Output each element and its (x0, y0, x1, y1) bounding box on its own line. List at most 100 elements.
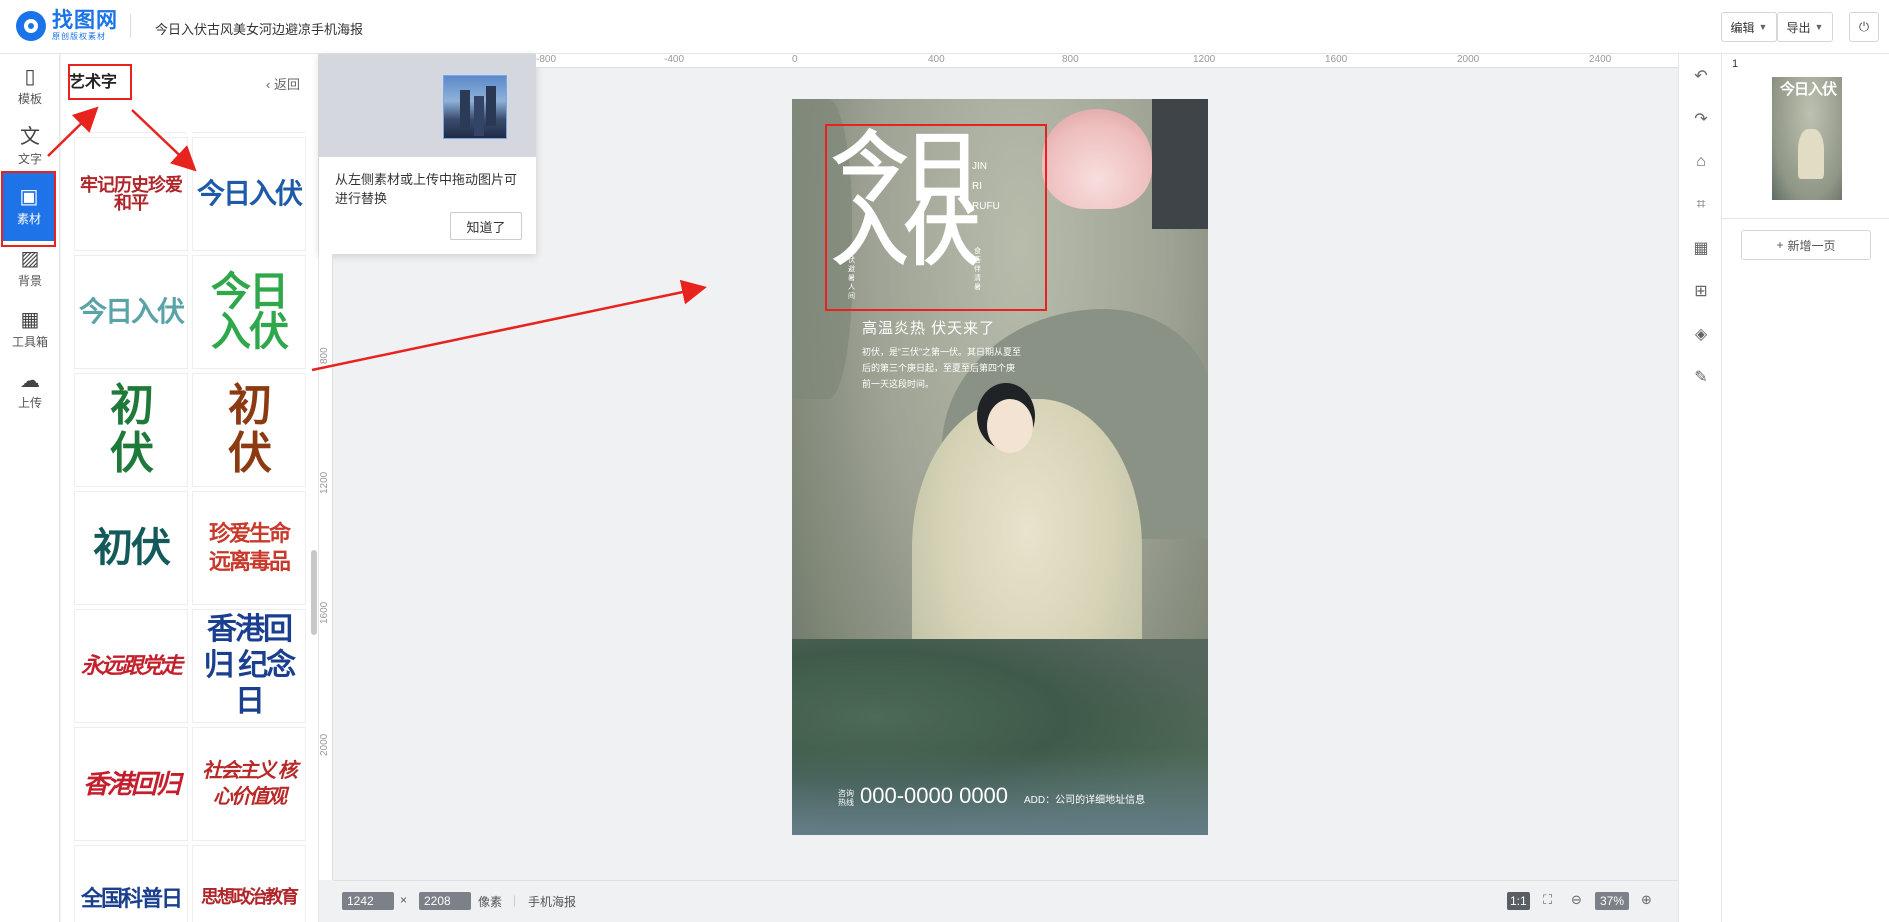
asset-tile[interactable]: 全国科普日 (75, 846, 187, 922)
zoom-in-icon[interactable]: ⊕ (1641, 892, 1652, 908)
zoom-level[interactable]: 37% (1595, 892, 1630, 910)
zoom-out-icon[interactable]: ⊖ (1571, 892, 1582, 908)
ruler-tick: 800 (319, 347, 330, 364)
asset-panel: 艺术字 ‹ 返回 牢记历史珍爱和平 今日入伏 今日入伏 今日入伏 初伏 初伏 初… (61, 54, 319, 922)
back-label: 返回 (273, 77, 300, 92)
ruler-tick: 800 (1062, 54, 1079, 65)
ruler-tick: 1600 (319, 601, 330, 624)
hotline-label[interactable]: 咨询热线 (838, 789, 856, 807)
ruler-tick: 2400 (1589, 54, 1612, 65)
left-ruler: 800 1200 1600 2000 (319, 254, 333, 880)
tile-text: 珍爱生命 远离毒品 (208, 521, 291, 574)
unit-label: 像素 (478, 895, 503, 909)
ruler-tick: 0 (792, 54, 798, 65)
export-label: 导出 (1786, 20, 1811, 35)
power-icon: ⏻ (1858, 19, 1870, 34)
undo-icon[interactable]: ↶ (1689, 64, 1713, 88)
asset-tile[interactable]: 初伏 (193, 374, 305, 486)
width-input[interactable]: 1242 (342, 892, 394, 910)
status-bar: 1242 × 2208 像素 | 手机海报 1:1 ⛶ ⊖ 37% ⊕ (333, 880, 1678, 922)
redo-icon[interactable]: ↷ (1689, 107, 1713, 131)
asset-tile[interactable]: 思想政治教育 (193, 846, 305, 922)
ruler-tick: 1200 (1193, 54, 1216, 65)
canvas-type: 手机海报 (528, 895, 577, 909)
asset-tile[interactable] (75, 110, 187, 132)
asset-tile[interactable]: 初伏 (75, 492, 187, 604)
address-text[interactable]: ADD：公司的详细地址信息 (1024, 791, 1145, 806)
toolbox-icon: ▦ (20, 309, 40, 331)
page-thumbnail[interactable]: 今日入伏 (1772, 77, 1842, 200)
tooltip-preview-area (319, 54, 536, 157)
fit-screen-icon[interactable]: ⛶ (1543, 892, 1552, 908)
rail-item-label: 背景 (17, 274, 42, 288)
tile-text: 今日入伏 (196, 178, 303, 209)
tile-text: 永远跟党走 (80, 653, 183, 678)
tile-text: 全国科普日 (80, 886, 183, 911)
power-button[interactable]: ⏻ (1849, 12, 1879, 42)
arrow-to-canvas (311, 279, 707, 372)
phone-number[interactable]: 000-0000 0000 (860, 783, 1008, 809)
background-icon: ▨ (20, 248, 40, 270)
asset-tile[interactable] (193, 110, 305, 132)
rail-item-label: 上传 (17, 396, 42, 410)
height-input[interactable]: 2208 (419, 892, 471, 910)
header-divider (130, 14, 131, 38)
poster-headline[interactable]: 高温炎热 伏天来了 (862, 317, 995, 338)
thumbnail-figure (1798, 129, 1824, 179)
page-number: 1 (1732, 58, 1739, 70)
asset-tile[interactable]: 永远跟党走 (75, 610, 187, 722)
top-ruler: -800 -400 0 400 800 1200 1600 2000 2400 (536, 54, 1678, 68)
asset-tile[interactable]: 今日入伏 (75, 256, 187, 368)
thumbnail-title: 今日入伏 (1780, 81, 1837, 98)
asset-tile[interactable]: 今日入伏 (193, 256, 305, 368)
presentation-icon[interactable]: ⌂ (1689, 150, 1713, 174)
tile-text: 社会主义 核心价值观 (202, 760, 298, 808)
rail-item-label: 模板 (17, 92, 42, 106)
layers-icon[interactable]: ◈ (1689, 322, 1713, 346)
tile-text: 思想政治教育 (201, 887, 299, 907)
template-icon: ▯ (24, 66, 36, 88)
asset-tile[interactable]: 初伏 (75, 374, 187, 486)
ruler-tick: -800 (536, 54, 557, 65)
export-menu[interactable]: 导出 ▼ (1777, 12, 1833, 42)
annotation-highlight-box (1, 171, 56, 247)
asset-tile[interactable]: 社会主义 核心价值观 (193, 728, 305, 840)
ruler-tick: 2000 (319, 733, 330, 756)
top-header: 找图网 原创版权素材 今日入伏古风美女河边避凉手机海报 编辑 ▼ 导出 ▼ ⏻ (0, 0, 1889, 54)
logo[interactable]: 找图网 原创版权素材 (16, 10, 118, 41)
document-title[interactable]: 今日入伏古风美女河边避凉手机海报 (155, 19, 363, 38)
tile-text: 香港回归 (82, 769, 181, 799)
chevron-down-icon: ▼ (1814, 22, 1824, 32)
rail-item-template[interactable]: ▯ 模板 (0, 57, 60, 117)
asset-tile[interactable]: 珍爱生命 远离毒品 (193, 492, 305, 604)
ruler-tick: 400 (928, 54, 945, 65)
asset-tile[interactable]: 香港回归 纪念日 (193, 610, 305, 722)
rail-item-text[interactable]: 文 文字 (0, 117, 60, 177)
rail-item-toolbox[interactable]: ▦ 工具箱 (0, 300, 60, 360)
add-page-button[interactable]: + 新增一页 (1741, 230, 1871, 260)
lotus-flower (1042, 109, 1152, 209)
rail-item-upload[interactable]: ☁ 上传 (0, 361, 60, 421)
asset-tile[interactable]: 香港回归 (75, 728, 187, 840)
got-it-button[interactable]: 知道了 (450, 212, 522, 240)
panel-scrollbar[interactable] (311, 550, 317, 635)
asset-tile[interactable]: 今日入伏 (193, 138, 305, 250)
poster-body[interactable]: 初伏，是“三伏”之第一伏。其日期从夏至后的第三个庚日起，至夏至后第四个庚前一天这… (862, 344, 1022, 392)
rail-item-background[interactable]: ▨ 背景 (0, 239, 60, 299)
back-link[interactable]: ‹ 返回 (266, 74, 300, 93)
rail-item-label: 工具箱 (11, 335, 48, 349)
tile-text: 初伏 (110, 381, 154, 478)
ruler-tick: 1200 (319, 471, 330, 494)
text-icon: 文 (20, 126, 40, 148)
grid-icon[interactable]: ▦ (1689, 236, 1713, 260)
ruler-icon[interactable]: ⊞ (1689, 279, 1713, 303)
edit-menu[interactable]: 编辑 ▼ (1721, 12, 1777, 42)
brush-icon[interactable]: ✎ (1689, 365, 1713, 389)
ratio-button[interactable]: 1:1 (1507, 892, 1530, 910)
annotation-highlight-box (68, 64, 132, 100)
upload-icon: ☁ (20, 370, 40, 392)
asset-tile[interactable]: 牢记历史珍爱和平 (75, 138, 187, 250)
crop-icon[interactable]: ⌗ (1689, 193, 1713, 217)
logo-mark-icon (16, 10, 46, 41)
tile-text: 今日入伏 (78, 296, 185, 327)
